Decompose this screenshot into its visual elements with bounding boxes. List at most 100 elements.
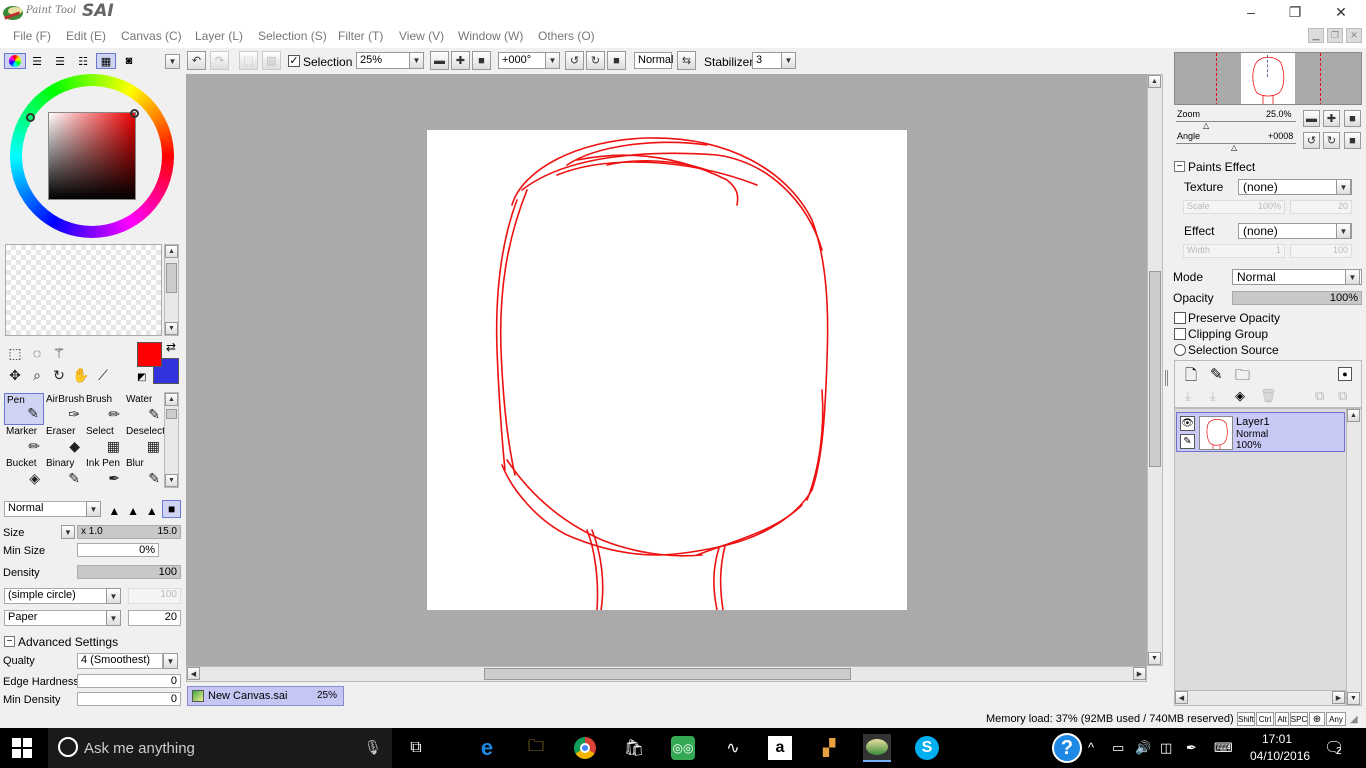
flip-horizontal-button[interactable]: ⇆ — [677, 51, 696, 70]
photo-editor-icon[interactable]: ▞ — [815, 734, 843, 762]
brush-shape-dropdown-arrow[interactable]: ▼ — [106, 588, 121, 604]
clipping-group-checkbox[interactable] — [1174, 328, 1186, 340]
scroll-thumb[interactable] — [484, 668, 851, 680]
network-icon[interactable]: ◫ — [1160, 740, 1172, 756]
panel-splitter[interactable] — [1165, 370, 1168, 386]
min-size-slider[interactable]: 0% — [77, 543, 159, 557]
brush-texture-dropdown-arrow[interactable]: ▼ — [106, 610, 121, 626]
brush-tip-hard-icon[interactable]: ▲ — [144, 500, 161, 518]
space-key-indicator[interactable]: SPC — [1290, 712, 1308, 726]
search-box[interactable]: Ask me anything 🎙 — [48, 728, 392, 768]
brush-texture-select[interactable]: Paper — [4, 610, 108, 626]
nav-zoom-out-button[interactable]: ▬ — [1303, 110, 1320, 127]
brush-blend-dropdown-arrow[interactable]: ▼ — [86, 501, 101, 517]
stabilizer-dropdown-arrow[interactable]: ▼ — [781, 52, 796, 69]
layer-list-hscrollbar[interactable]: ◀ ▶ — [1174, 690, 1346, 706]
layer-mode-select[interactable]: Normal — [1232, 269, 1362, 285]
brush-tip-medium-icon[interactable]: ▲ — [125, 500, 142, 518]
brush-blend-select[interactable]: Normal — [4, 501, 88, 517]
stabilizer-select[interactable]: 3 — [752, 52, 782, 69]
rotate-left-button[interactable]: ↺ — [565, 51, 584, 70]
paint-tool-sai-icon[interactable] — [863, 734, 891, 762]
scroll-up-arrow[interactable]: ▲ — [1347, 409, 1360, 422]
tool-airbrush[interactable]: AirBrush ✑ — [44, 393, 84, 425]
duplicate-layer-icon[interactable]: ⧉ — [1315, 388, 1324, 404]
effect-dropdown-arrow[interactable]: ▼ — [1336, 223, 1351, 239]
document-tab[interactable]: New Canvas.sai 25% — [187, 686, 344, 706]
nav-zoom-in-button[interactable]: ✚ — [1323, 110, 1340, 127]
menu-edit[interactable]: Edit (E) — [66, 29, 106, 43]
new-linework-layer-icon[interactable]: ✎ — [1210, 365, 1223, 383]
clear-layer-icon[interactable]: ◈ — [1235, 388, 1245, 404]
saturation-value-square[interactable] — [48, 112, 136, 200]
tool-grid-scrollbar[interactable]: ▲ ▼ — [164, 392, 179, 488]
brush-texture-strength[interactable]: 20 — [128, 610, 181, 626]
tool-pen[interactable]: Pen ✎ — [4, 393, 44, 425]
swatch-list-tab[interactable]: ☷ — [73, 53, 93, 69]
undo-button[interactable]: ↶ — [187, 51, 206, 70]
zoom-reset-button[interactable]: ■ — [472, 51, 491, 70]
tool-eraser[interactable]: Eraser ◆ — [44, 425, 84, 457]
panel-menu-dropdown[interactable]: ▼ — [165, 54, 180, 69]
min-density-slider[interactable]: 0 — [77, 692, 181, 706]
resize-grip-icon[interactable]: ◢ — [1350, 714, 1358, 725]
size-slider[interactable]: x 1.0 15.0 — [77, 525, 181, 539]
layer-opacity-slider[interactable]: 100% — [1232, 291, 1362, 305]
scroll-up-arrow[interactable]: ▲ — [165, 245, 178, 258]
hsv-slider-tab[interactable]: ☰ — [50, 53, 70, 69]
task-view-icon[interactable]: ⧉ — [402, 734, 430, 762]
scratchpad-scrollbar[interactable]: ▲ ▼ — [164, 244, 179, 336]
skype-icon[interactable]: S — [913, 734, 941, 762]
zoom-out-button[interactable]: ▬ — [430, 51, 449, 70]
sv-marker[interactable] — [130, 109, 139, 118]
any-key-indicator[interactable]: Any — [1326, 712, 1346, 726]
brush-tip-soft-icon[interactable]: ▲ — [106, 500, 123, 518]
store-icon[interactable]: 🛍 — [620, 734, 648, 762]
volume-icon[interactable]: 🔊 — [1135, 740, 1151, 756]
angle-select[interactable]: +000° — [498, 52, 546, 69]
menu-canvas[interactable]: Canvas (C) — [121, 29, 182, 43]
paint-lock-icon[interactable]: ✎ — [1180, 434, 1195, 449]
tool-blur[interactable]: Blur ✎ — [124, 457, 164, 489]
touch-keyboard-icon[interactable]: ⌨ — [1214, 740, 1233, 756]
tool-select[interactable]: Select ▦ — [84, 425, 124, 457]
layer-mask-icon[interactable]: ● — [1338, 367, 1352, 381]
advanced-collapse-toggle[interactable]: − — [4, 636, 15, 647]
restore-button[interactable]: ❐ — [1272, 0, 1318, 24]
rotate-reset-button[interactable]: ■ — [607, 51, 626, 70]
rotate-right-button[interactable]: ↻ — [586, 51, 605, 70]
start-button[interactable] — [12, 738, 34, 758]
canvas-vertical-scrollbar[interactable]: ▲ ▼ — [1147, 74, 1163, 666]
minimize-button[interactable]: – — [1228, 0, 1274, 24]
tool-water[interactable]: Water ✎ — [124, 393, 164, 425]
edge-hardness-slider[interactable]: 0 — [77, 674, 181, 688]
eyedropper-icon[interactable]: ⟋ — [94, 366, 112, 384]
menu-view[interactable]: View (V) — [399, 29, 444, 43]
merge-down-icon[interactable]: ⤓ — [1210, 388, 1216, 404]
selection-checkbox[interactable]: ✓ — [288, 55, 300, 67]
microphone-icon[interactable]: 🎙 — [364, 739, 382, 756]
layer-mode-dropdown-arrow[interactable]: ▼ — [1345, 269, 1360, 285]
shift-key-indicator[interactable]: Shift — [1237, 712, 1255, 726]
mdi-close-button[interactable]: ✕ — [1346, 28, 1362, 43]
nav-rotate-left-button[interactable]: ↺ — [1303, 132, 1320, 149]
brush-tip-flat-icon[interactable]: ■ — [162, 500, 181, 518]
pen-workspace-icon[interactable]: ✒ — [1186, 740, 1197, 756]
tool-marker[interactable]: Marker ✏ — [4, 425, 44, 457]
menu-others[interactable]: Others (O) — [538, 29, 595, 43]
nav-angle-thumb[interactable]: △ — [1231, 143, 1237, 152]
clock-time[interactable]: 17:01 — [1262, 732, 1292, 746]
nav-rotate-right-button[interactable]: ↻ — [1323, 132, 1340, 149]
menu-selection[interactable]: Selection (S) — [258, 29, 327, 43]
lasso-icon[interactable]: ◌ — [28, 344, 46, 362]
transfer-down-icon[interactable]: ⤓ — [1185, 388, 1191, 404]
nav-zoom-reset-button[interactable]: ■ — [1344, 110, 1361, 127]
paints-effect-collapse-toggle[interactable]: − — [1174, 161, 1185, 172]
menu-layer[interactable]: Layer (L) — [195, 29, 243, 43]
tool-deselect[interactable]: Deselect ▦ — [124, 425, 165, 457]
mdi-restore-button[interactable]: ❐ — [1327, 28, 1343, 43]
apply-mask-icon[interactable]: ⧉ — [1338, 388, 1347, 404]
scroll-up-arrow[interactable]: ▲ — [165, 393, 178, 406]
scroll-down-arrow[interactable]: ▼ — [165, 474, 178, 487]
tool-brush[interactable]: Brush ✏ — [84, 393, 124, 425]
